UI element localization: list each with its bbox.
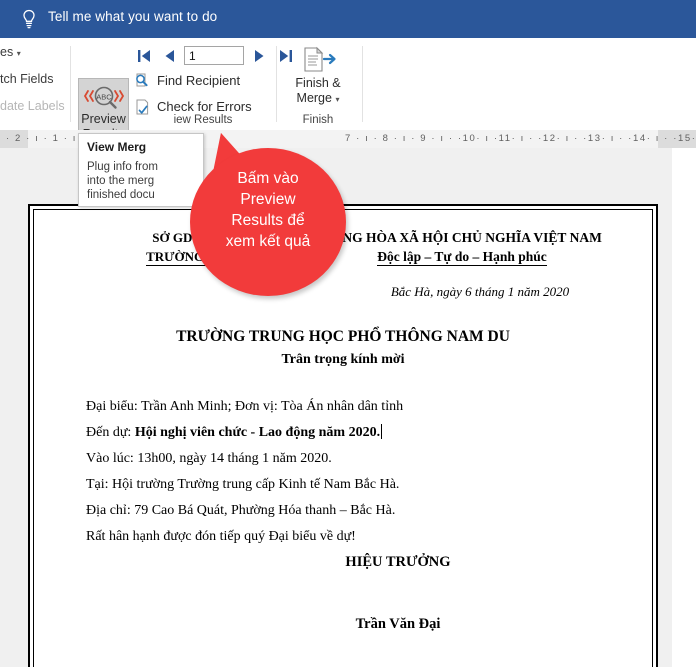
merged-field-bold: Hội nghị viên chức - Lao động năm 2020.	[134, 425, 381, 440]
tooltip-title: View Merg	[87, 140, 147, 154]
instruction-callout: Bấm vào Preview Results để xem kết quả	[184, 127, 348, 296]
right-gutter	[672, 148, 696, 667]
check-for-errors-label: Check for Errors	[157, 99, 252, 114]
preview-results-group-label: iew Results	[173, 114, 233, 126]
document-body-line-2: Đến dự: Hội nghị viên chức - Lao động nă…	[86, 424, 383, 440]
group-divider	[70, 46, 71, 122]
document-body-line-1: Đại biểu: Trần Anh Minh; Đơn vị: Tòa Án …	[86, 399, 404, 414]
tell-me-bar[interactable]: Tell me what you want to do	[0, 0, 696, 38]
document-date-line: Bắc Hà, ngày 6 tháng 1 năm 2020	[390, 284, 570, 299]
record-navigation: 1	[134, 44, 292, 70]
update-labels-button: date Labels	[0, 99, 65, 113]
magnifier-icon	[134, 72, 152, 90]
first-record-button[interactable]	[136, 46, 154, 66]
ruler-ticks-right: 7 · ı · 8 · ı · 9 · ı · ·10· ı ·11· ı · …	[345, 133, 696, 144]
document-body-line-6: Rất hân hạnh được đón tiếp quý Đại biểu …	[86, 529, 356, 544]
finish-group-label: Finish	[302, 114, 334, 126]
chevron-down-icon: ▾	[16, 49, 21, 58]
finish-merge-label-line1: Finish &	[295, 76, 341, 90]
svg-text:ABC: ABC	[96, 93, 112, 102]
document-invite-line: Trân trọng kính mời	[281, 352, 405, 367]
rules-menu-item[interactable]: es ▾	[0, 45, 21, 59]
find-recipient-label: Find Recipient	[157, 73, 241, 88]
ribbon-group-finish: Finish & Merge ▾ Finish	[276, 38, 360, 130]
ribbon-group-preview-results: 1 Find Recipient Check for Errors iew Re…	[130, 38, 292, 130]
callout-text: Bấm vào Preview Results để xem kết quả	[225, 170, 311, 250]
group-divider	[362, 46, 363, 122]
finish-merge-label-line2: Merge ▾	[296, 91, 340, 105]
document-signer-title: HIỆU TRƯỞNG	[345, 554, 451, 570]
finish-merge-icon	[298, 46, 338, 74]
document-body-line-3: Vào lúc: 13h00, ngày 14 tháng 1 năm 2020…	[86, 451, 332, 466]
chevron-down-icon: ▾	[335, 95, 340, 104]
document-signer-name: Trần Văn Đại	[355, 616, 441, 632]
abc-magnifier-icon: ABC	[81, 84, 127, 110]
ribbon-group-write-insert-fields: es ▾ tch Fields date Labels	[0, 38, 70, 130]
ribbon: es ▾ tch Fields date Labels ABC Preview …	[0, 38, 696, 152]
previous-record-button[interactable]	[161, 46, 179, 66]
document-body-line-4: Tại: Hội trường Trường trung cấp Kinh tế…	[86, 477, 400, 492]
match-fields-button[interactable]: tch Fields	[0, 72, 54, 86]
preview-results-label-line1: Preview	[81, 112, 126, 126]
tell-me-label: Tell me what you want to do	[48, 9, 218, 24]
tooltip-body: Plug info from into the merg finished do…	[87, 161, 158, 201]
finish-and-merge-button[interactable]: Finish & Merge ▾	[284, 44, 352, 116]
text-caret	[381, 424, 383, 439]
document-school-title: TRƯỜNG TRUNG HỌC PHỔ THÔNG NAM DU	[176, 328, 510, 345]
record-number-input[interactable]: 1	[184, 46, 244, 65]
document-body-line-5: Địa chỉ: 79 Cao Bá Quát, Phường Hóa than…	[86, 503, 396, 518]
next-record-button[interactable]	[250, 46, 268, 66]
lightbulb-icon	[20, 9, 38, 29]
